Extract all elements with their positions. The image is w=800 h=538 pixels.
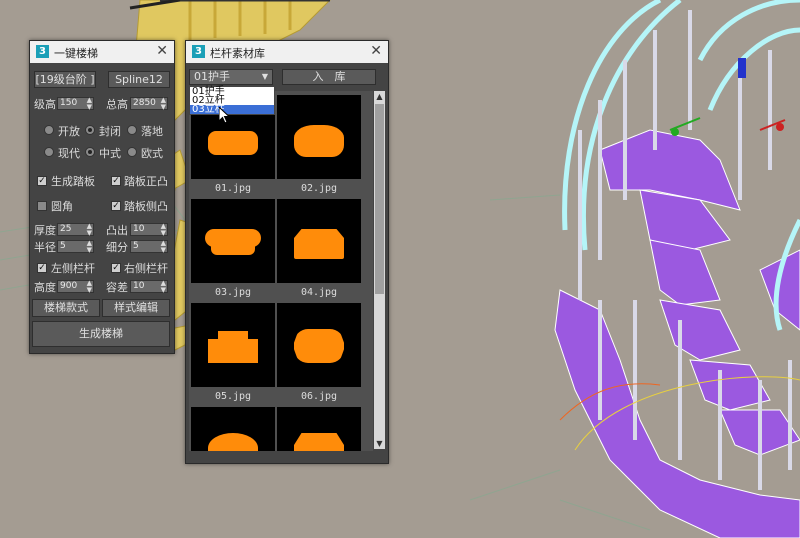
handrail-profile-shape: [208, 331, 258, 363]
radio-modern-label: 现代: [58, 147, 80, 160]
chk-plate-front-label: 踏板正凸: [124, 175, 168, 188]
handrail-profile-shape: [208, 433, 258, 451]
library-titlebar[interactable]: 3 栏杆素材库 ✕: [186, 41, 388, 63]
stair-generator-window: 3 一键楼梯 ✕ [19级台阶 ] Spline12 级高 150 ▲ ▼ 总高 2…: [29, 40, 175, 354]
spinner-arrows-icon[interactable]: ▲ ▼: [161, 240, 166, 254]
handrail-profile-shape: [294, 329, 344, 363]
spinner-arrows-icon[interactable]: ▲ ▼: [87, 240, 92, 254]
radio-closed-label: 封闭: [99, 125, 121, 138]
radius-input[interactable]: 5 ▲ ▼: [57, 240, 94, 254]
thumbnail-gallery: 01.jpg 02.jpg 03.jpg 04.jpg 05.jpg 06.jp…: [189, 91, 373, 451]
radio-modern[interactable]: [44, 147, 54, 157]
step-height-input[interactable]: 150 ▲ ▼: [57, 97, 94, 111]
chk-gen-plate-label: 生成踏板: [51, 175, 95, 188]
generate-stair-button[interactable]: 生成楼梯: [32, 321, 170, 347]
spinner-arrows-icon[interactable]: ▲ ▼: [87, 280, 92, 294]
radio-closed[interactable]: [85, 125, 95, 135]
chk-left-rail-label: 左侧栏杆: [51, 262, 95, 275]
thumbnail-07[interactable]: [191, 407, 275, 451]
window-title: 栏杆素材库: [210, 47, 265, 60]
gallery-scrollbar[interactable]: ▲ ▼: [374, 91, 385, 449]
app-logo-icon: 3: [192, 45, 205, 58]
radio-european[interactable]: [127, 147, 137, 157]
thumbnail-06[interactable]: [277, 303, 361, 387]
chk-right-rail[interactable]: ✓: [111, 263, 121, 273]
thumbnail-caption: 05.jpg: [214, 391, 252, 402]
chk-plate-side-label: 踏板侧凸: [124, 200, 168, 213]
thickness-label: 厚度: [34, 224, 56, 237]
scroll-down-icon[interactable]: ▼: [374, 438, 385, 449]
tolerance-input[interactable]: 10 ▲ ▼: [130, 280, 168, 294]
thumbnail-caption: 04.jpg: [300, 287, 338, 298]
handrail-profile-shape: [294, 125, 344, 157]
total-height-input[interactable]: 2850 ▲ ▼: [130, 97, 168, 111]
spline-button[interactable]: Spline12: [108, 71, 170, 88]
subdiv-input[interactable]: 5 ▲ ▼: [130, 240, 168, 254]
radio-open[interactable]: [44, 125, 54, 135]
chk-plate-side[interactable]: ✓: [111, 201, 121, 211]
radio-chinese-label: 中式: [99, 147, 121, 160]
mouse-cursor-icon: [219, 107, 231, 124]
step-height-label: 级高: [34, 98, 56, 111]
stair-generator-titlebar[interactable]: 3 一键楼梯 ✕: [30, 41, 174, 63]
step-count-button[interactable]: [19级台阶 ]: [34, 71, 96, 88]
dropdown-option-selected[interactable]: 03立柱: [190, 105, 274, 115]
handrail-profile-shape: [294, 433, 344, 451]
spinner-arrows-icon[interactable]: ▲ ▼: [87, 223, 92, 237]
spinner-arrows-icon[interactable]: ▲ ▼: [161, 223, 166, 237]
thumbnail-08[interactable]: [277, 407, 361, 451]
chk-right-rail-label: 右侧栏杆: [124, 262, 168, 275]
category-dropdown[interactable]: 01护手 ▼: [189, 69, 273, 85]
chk-plate-front[interactable]: ✓: [111, 176, 121, 186]
app-logo-icon: 3: [36, 45, 49, 58]
spinner-arrows-icon[interactable]: ▲ ▼: [161, 280, 166, 294]
thickness-input[interactable]: 25 ▲ ▼: [57, 223, 94, 237]
window-title: 一键楼梯: [54, 47, 98, 60]
chk-round-label: 圆角: [51, 200, 73, 213]
chevron-down-icon: ▼: [261, 72, 268, 81]
style-edit-button[interactable]: 样式编辑: [102, 299, 170, 317]
radio-chinese[interactable]: [85, 147, 95, 157]
protrude-label: 凸出: [106, 224, 128, 237]
scrollbar-thumb[interactable]: [375, 104, 384, 294]
thumbnail-03[interactable]: [191, 199, 275, 283]
thumbnail-04[interactable]: [277, 199, 361, 283]
total-height-label: 总高: [106, 98, 128, 111]
tolerance-label: 容差: [106, 281, 128, 294]
thumbnail-caption: 03.jpg: [214, 287, 252, 298]
radio-floor[interactable]: [127, 125, 137, 135]
thumbnail-caption: 01.jpg: [214, 183, 252, 194]
chk-gen-plate[interactable]: ✓: [37, 176, 47, 186]
radio-open-label: 开放: [58, 125, 80, 138]
radius-label: 半径: [34, 241, 56, 254]
railing-library-window: 3 栏杆素材库 ✕ 01护手 ▼ 入 库 01.jpg 02.jpg 03.jp…: [185, 40, 389, 464]
thumbnail-05[interactable]: [191, 303, 275, 387]
radio-floor-label: 落地: [141, 125, 163, 138]
scroll-up-icon[interactable]: ▲: [374, 91, 385, 102]
subdiv-label: 细分: [106, 241, 128, 254]
protrude-input[interactable]: 10 ▲ ▼: [130, 223, 168, 237]
height-label: 高度: [34, 281, 56, 294]
category-dropdown-list[interactable]: 01护手 02立杆 03立柱: [189, 86, 275, 115]
chk-left-rail[interactable]: ✓: [37, 263, 47, 273]
close-icon[interactable]: ✕: [156, 43, 168, 59]
spinner-arrows-icon[interactable]: ▲ ▼: [87, 97, 92, 111]
radio-european-label: 欧式: [141, 147, 163, 160]
chk-round[interactable]: [37, 201, 47, 211]
stair-style-button[interactable]: 楼梯款式: [32, 299, 100, 317]
handrail-profile-shape: [208, 131, 258, 155]
thumbnail-02[interactable]: [277, 95, 361, 179]
height-input[interactable]: 900 ▲ ▼: [57, 280, 94, 294]
import-button[interactable]: 入 库: [282, 69, 376, 85]
thumbnail-caption: 02.jpg: [300, 183, 338, 194]
thumbnail-caption: 06.jpg: [300, 391, 338, 402]
spinner-arrows-icon[interactable]: ▲ ▼: [161, 97, 166, 111]
close-icon[interactable]: ✕: [370, 43, 382, 59]
handrail-profile-shape: [211, 245, 255, 255]
handrail-profile-shape: [294, 229, 344, 259]
